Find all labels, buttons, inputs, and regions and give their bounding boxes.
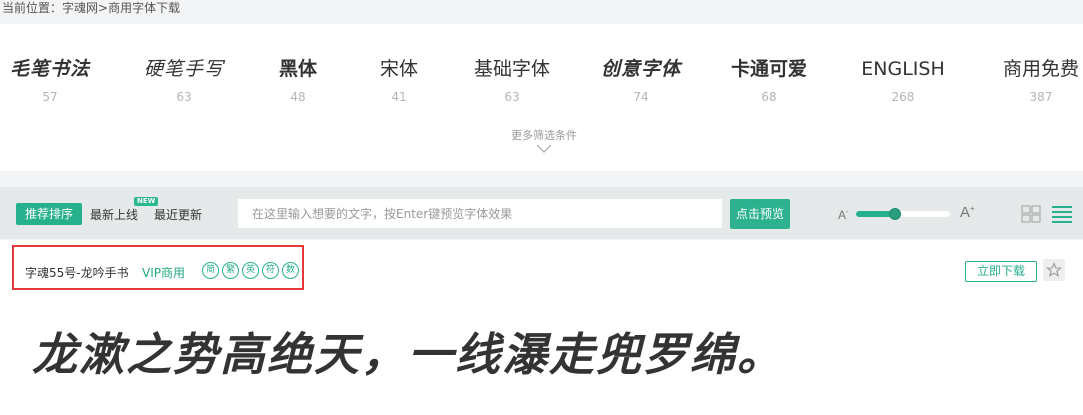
sort-newest-link[interactable]: 最新上线 <box>90 206 138 223</box>
chevron-down-icon <box>536 144 552 153</box>
font-size-decrease[interactable]: A- <box>838 207 849 222</box>
size-small-label: A <box>838 208 847 222</box>
category-count: 68 <box>761 90 777 104</box>
category-count: 268 <box>891 90 915 104</box>
download-button[interactable]: 立即下载 <box>965 261 1037 282</box>
star-icon <box>1046 262 1062 278</box>
category-name: 创意字体 <box>600 58 682 80</box>
charset-icons: 简繁英符数 <box>202 262 302 280</box>
charset-traditional-icon: 繁 <box>222 262 239 279</box>
breadcrumb: 当前位置：字魂网>商用字体下载 <box>2 1 180 15</box>
category-name: 黑体 <box>278 58 318 80</box>
font-name-link[interactable]: 字魂55号-龙吟手书 <box>25 264 129 281</box>
font-preview-text: 龙漱之势高绝天，一线瀑走兜罗绵。 <box>32 328 785 381</box>
sort-recommended-button[interactable]: 推荐排序 <box>16 203 82 225</box>
category-pen-handwriting[interactable]: 硬笔手写 63 <box>144 56 224 104</box>
favorite-button[interactable] <box>1043 259 1065 281</box>
new-badge: NEW <box>134 197 159 206</box>
sort-toolbar: 推荐排序 最新上线 NEW 最近更新 点击预览 A- A+ <box>0 187 1083 239</box>
charset-symbol-icon: 符 <box>262 262 279 279</box>
category-cartoon[interactable]: 卡通可爱 68 <box>731 56 807 104</box>
category-count: 387 <box>1029 90 1053 104</box>
preview-text-input[interactable] <box>238 199 722 228</box>
category-name: 宋体 <box>379 58 419 80</box>
preview-button[interactable]: 点击预览 <box>730 199 790 229</box>
category-name: ENGLISH <box>861 58 945 80</box>
category-count: 48 <box>290 90 306 104</box>
category-creative[interactable]: 创意字体 74 <box>601 56 681 104</box>
category-commercial-free[interactable]: 商用免费 387 <box>1003 56 1079 104</box>
category-name: 基础字体 <box>473 58 551 80</box>
category-count: 57 <box>42 90 58 104</box>
font-size-slider[interactable] <box>856 208 950 220</box>
charset-simplified-icon: 简 <box>202 262 219 279</box>
font-item-card: 字魂55号-龙吟手书 VIP商用 简繁英符数 立即下载 龙漱之势高绝天，一线瀑走… <box>0 240 1083 415</box>
category-songti[interactable]: 宋体 41 <box>380 56 418 104</box>
charset-number-icon: 数 <box>282 262 299 279</box>
category-brush-calligraphy[interactable]: 毛笔书法 57 <box>10 56 90 104</box>
category-count: 63 <box>176 90 192 104</box>
sort-updated-link[interactable]: 最近更新 <box>154 206 202 223</box>
size-small-sign: - <box>846 207 849 216</box>
category-count: 74 <box>633 90 649 104</box>
category-basic[interactable]: 基础字体 63 <box>474 56 550 104</box>
category-count: 63 <box>504 90 520 104</box>
category-name: 商用免费 <box>1002 58 1080 80</box>
grid-view-icon[interactable] <box>1021 205 1041 223</box>
font-size-slider-handle[interactable] <box>888 208 901 220</box>
category-heiti[interactable]: 黑体 48 <box>279 56 317 104</box>
category-count: 41 <box>391 90 407 104</box>
category-english[interactable]: ENGLISH 268 <box>861 56 944 104</box>
breadcrumb-prefix: 当前位置： <box>2 1 63 15</box>
breadcrumb-current[interactable]: 商用字体下载 <box>108 1 180 15</box>
size-large-label: A <box>960 204 971 221</box>
category-name: 卡通可爱 <box>730 58 808 80</box>
more-filters-label: 更多筛选条件 <box>511 129 577 142</box>
license-tag: VIP商用 <box>142 266 185 280</box>
list-view-icon[interactable] <box>1052 205 1072 223</box>
more-filters-toggle[interactable]: 更多筛选条件 <box>511 127 577 154</box>
charset-english-icon: 英 <box>242 262 259 279</box>
font-size-slider-fill <box>856 211 894 217</box>
font-size-increase[interactable]: A+ <box>960 204 975 221</box>
category-name: 毛笔书法 <box>9 58 91 80</box>
breadcrumb-separator: > <box>98 1 109 15</box>
breadcrumb-home-link[interactable]: 字魂网 <box>62 1 98 15</box>
category-filter-panel: 毛笔书法 57 硬笔手写 63 黑体 48 宋体 41 基础字体 63 创意字体… <box>0 24 1083 171</box>
size-large-sign: + <box>970 204 975 213</box>
category-name: 硬笔手写 <box>143 58 225 80</box>
